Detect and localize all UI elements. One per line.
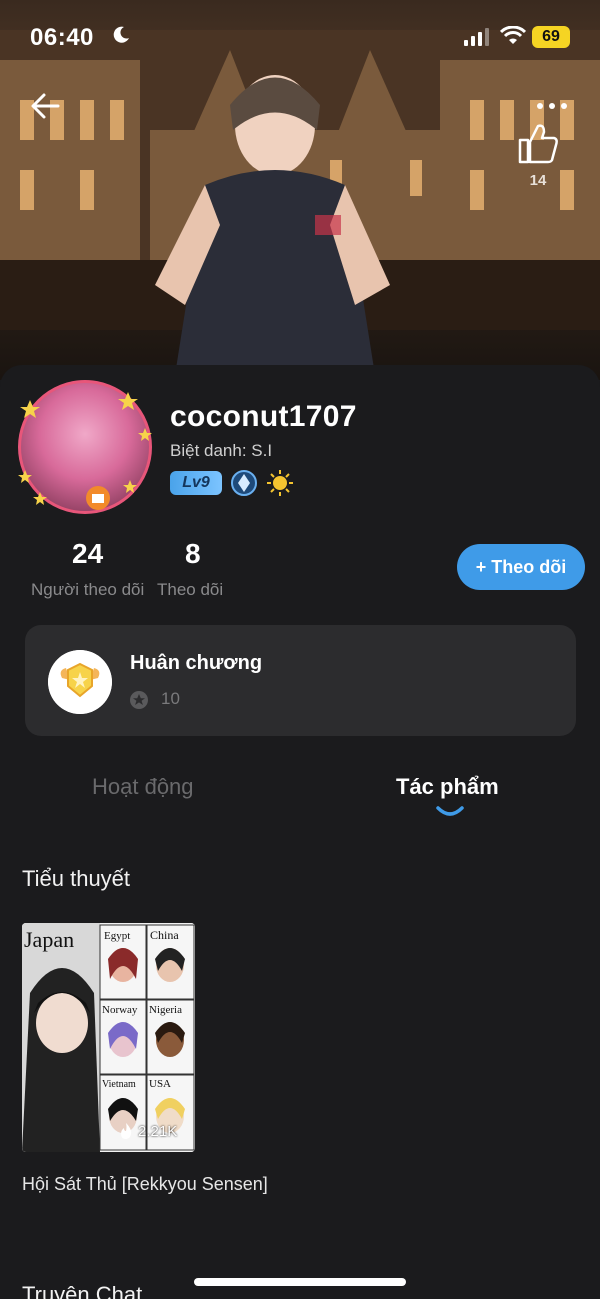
tab-activity[interactable]: Hoạt động (92, 774, 194, 800)
follow-button[interactable]: + Theo dõi (457, 544, 585, 590)
status-bar: 06:40 69 (0, 0, 600, 70)
section-title-novels: Tiểu thuyết (22, 866, 131, 891)
following-count[interactable]: 8 (185, 538, 201, 570)
medal-title: Huân chương (130, 652, 263, 674)
wifi-icon (500, 26, 526, 44)
section-title-chat-stories: Truyện Chat (22, 1282, 143, 1299)
battery-level: 69 (542, 28, 560, 45)
avatar-frame-stars-icon (18, 392, 152, 510)
view-count: 2.21K (138, 1123, 178, 1140)
novel-cover[interactable]: Japan Egypt China Norway Nigeria Vietnam… (22, 923, 195, 1152)
level-badge: Lv9 (170, 471, 222, 495)
followers-count[interactable]: 24 (72, 538, 103, 570)
fire-icon (121, 1123, 132, 1139)
cover-label-egypt: Egypt (104, 930, 130, 942)
cover-label-norway: Norway (102, 1004, 138, 1016)
tab-works[interactable]: Tác phẩm (396, 774, 499, 800)
like-count: 14 (529, 172, 547, 189)
following-label[interactable]: Theo dõi (157, 580, 223, 600)
nickname: Biệt danh: S.I (170, 441, 273, 460)
medal-count: 10 (161, 689, 180, 708)
more-options-icon[interactable] (532, 98, 572, 114)
novel-cover-art: Japan Egypt China Norway Nigeria Vietnam… (22, 923, 195, 1152)
home-indicator (194, 1278, 406, 1286)
cover-label-japan: Japan (24, 927, 74, 952)
cover-label-china: China (150, 928, 179, 942)
active-tab-indicator (436, 806, 464, 816)
diamond-badge-icon (231, 470, 257, 496)
cover-label-nigeria: Nigeria (149, 1004, 182, 1016)
sun-badge-icon (267, 470, 293, 496)
cover-character (155, 75, 390, 375)
profile-cover: 06:40 69 14 (0, 0, 600, 380)
cellular-signal-icon (464, 28, 489, 46)
novel-title[interactable]: Hội Sát Thủ [Rekkyou Sensen] (22, 1170, 282, 1198)
moon-icon (113, 26, 129, 43)
battery-indicator: 69 (532, 26, 570, 48)
back-arrow-icon[interactable] (28, 88, 64, 124)
cover-label-usa: USA (149, 1078, 171, 1090)
followers-label[interactable]: Người theo dõi (31, 580, 144, 600)
medal-icon (48, 650, 112, 714)
status-time: 06:40 (30, 24, 94, 51)
star-icon (130, 691, 148, 709)
username: coconut1707 (170, 400, 357, 433)
cover-label-vietnam: Vietnam (102, 1079, 136, 1090)
thumbs-up-icon[interactable] (516, 120, 560, 166)
